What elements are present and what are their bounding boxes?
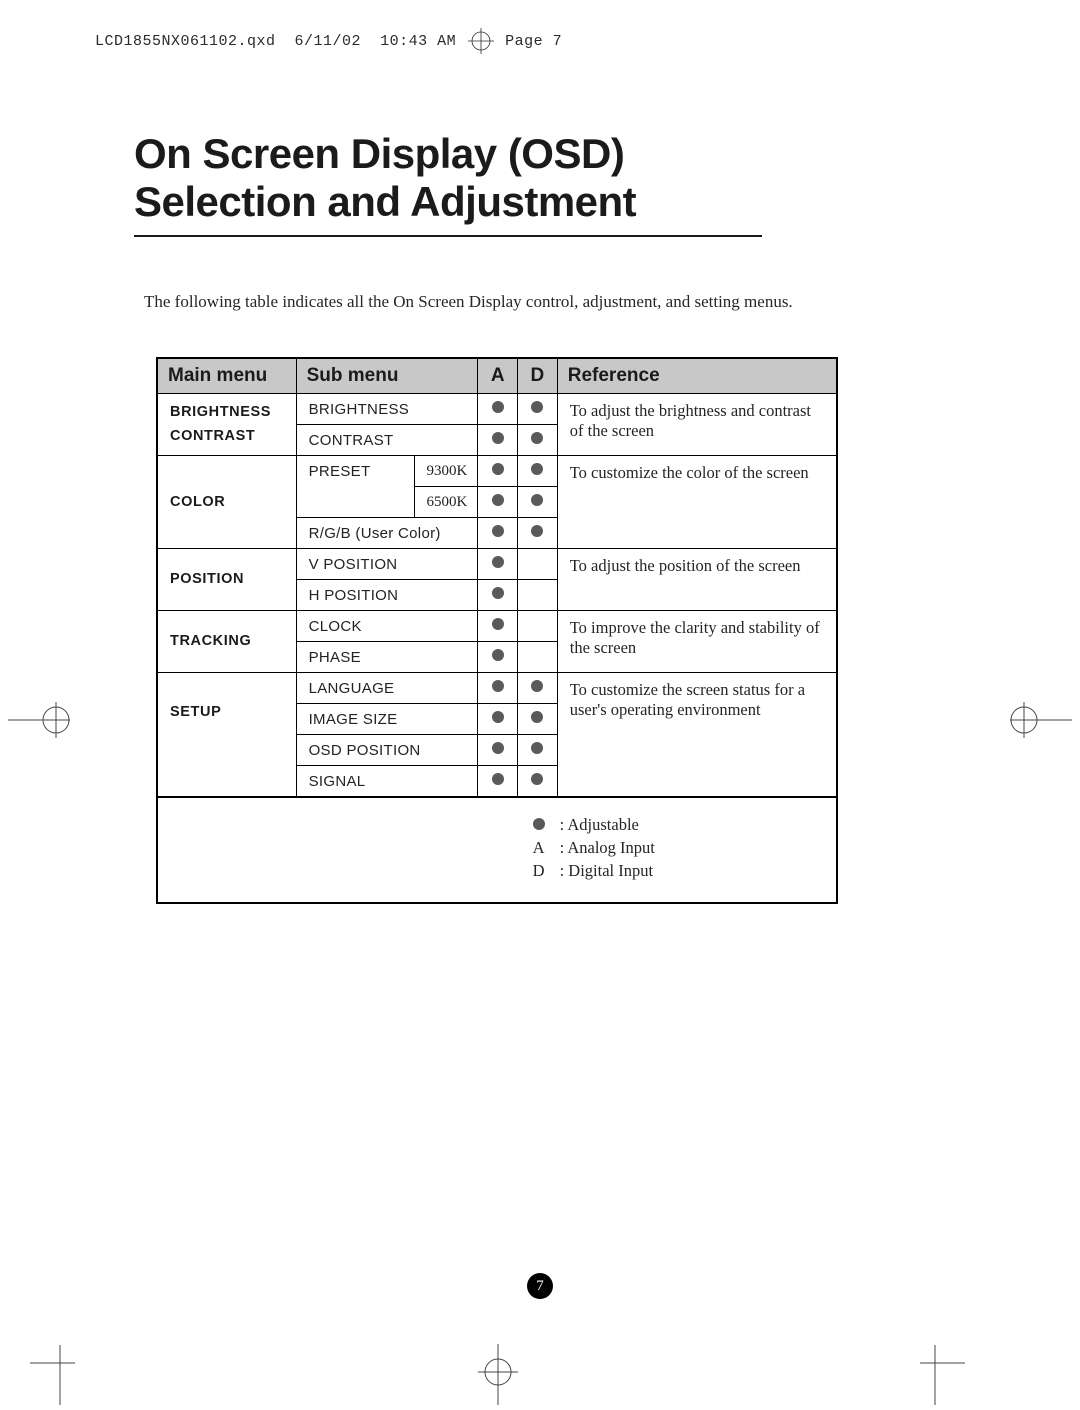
th-a: A bbox=[478, 358, 518, 394]
adjustable-dot-icon bbox=[533, 818, 545, 830]
th-ref: Reference bbox=[557, 358, 837, 394]
adjustable-dot-icon bbox=[492, 463, 504, 475]
print-page: Page 7 bbox=[505, 33, 562, 50]
adjustable-dot-icon bbox=[492, 494, 504, 506]
legend-row: : Adjustable A : Analog Input D : Digita… bbox=[157, 797, 837, 903]
table-row: BRIGHTNESS CONTRAST BRIGHTNESS To adjust… bbox=[157, 393, 837, 424]
print-time: 10:43 AM bbox=[380, 33, 456, 50]
print-header: LCD1855NX061102.qxd 6/11/02 10:43 AM Pag… bbox=[95, 28, 562, 54]
page-number: 7 bbox=[0, 1273, 1080, 1299]
table-row: COLOR PRESET 9300K To customize the colo… bbox=[157, 455, 837, 486]
main-brightness-contrast: BRIGHTNESS CONTRAST bbox=[157, 393, 296, 455]
adjustable-dot-icon bbox=[531, 401, 543, 413]
adjustable-dot-icon bbox=[531, 432, 543, 444]
table-row: SETUP LANGUAGE To customize the screen s… bbox=[157, 672, 837, 703]
register-mark-icon bbox=[466, 28, 496, 54]
osd-table: Main menu Sub menu A D Reference BRIGHTN… bbox=[156, 357, 838, 904]
adjustable-dot-icon bbox=[492, 401, 504, 413]
adjustable-dot-icon bbox=[531, 494, 543, 506]
main-color: COLOR bbox=[157, 455, 296, 548]
th-sub: Sub menu bbox=[296, 358, 478, 394]
dot-cell bbox=[478, 393, 518, 424]
adjustable-dot-icon bbox=[492, 525, 504, 537]
table-header-row: Main menu Sub menu A D Reference bbox=[157, 358, 837, 394]
adjustable-dot-icon bbox=[492, 742, 504, 754]
th-d: D bbox=[518, 358, 558, 394]
print-filename: LCD1855NX061102.qxd bbox=[95, 33, 276, 50]
table-row: TRACKING CLOCK To improve the clarity an… bbox=[157, 610, 837, 641]
adjustable-dot-icon bbox=[492, 711, 504, 723]
adjustable-dot-icon bbox=[531, 463, 543, 475]
cropmark-left-icon bbox=[8, 690, 98, 750]
cropmark-right-icon bbox=[982, 690, 1072, 750]
adjustable-dot-icon bbox=[531, 680, 543, 692]
main-tracking: TRACKING bbox=[157, 610, 296, 672]
table-row: POSITION V POSITION To adjust the positi… bbox=[157, 548, 837, 579]
main-setup: SETUP bbox=[157, 672, 296, 797]
cropmark-bottom-right-icon bbox=[905, 1325, 965, 1405]
legend-adjustable: : Adjustable bbox=[528, 815, 826, 835]
title-underline bbox=[134, 235, 762, 237]
adjustable-dot-icon bbox=[531, 525, 543, 537]
adjustable-dot-icon bbox=[492, 556, 504, 568]
legend-analog: A : Analog Input bbox=[528, 838, 826, 858]
main-position: POSITION bbox=[157, 548, 296, 610]
adjustable-dot-icon bbox=[531, 711, 543, 723]
adjustable-dot-icon bbox=[492, 649, 504, 661]
cropmark-bottom-left-icon bbox=[30, 1325, 90, 1405]
adjustable-dot-icon bbox=[492, 618, 504, 630]
adjustable-dot-icon bbox=[492, 432, 504, 444]
adjustable-dot-icon bbox=[531, 742, 543, 754]
cropmark-bottom-center-icon bbox=[468, 1330, 528, 1410]
adjustable-dot-icon bbox=[492, 773, 504, 785]
dot-cell bbox=[518, 393, 558, 424]
th-main: Main menu bbox=[157, 358, 296, 394]
adjustable-dot-icon bbox=[531, 773, 543, 785]
adjustable-dot-icon bbox=[492, 587, 504, 599]
page-title: On Screen Display (OSD) Selection and Ad… bbox=[134, 130, 946, 227]
intro-text: The following table indicates all the On… bbox=[144, 292, 946, 312]
adjustable-dot-icon bbox=[492, 680, 504, 692]
legend-digital: D : Digital Input bbox=[528, 861, 826, 881]
print-date: 6/11/02 bbox=[295, 33, 362, 50]
